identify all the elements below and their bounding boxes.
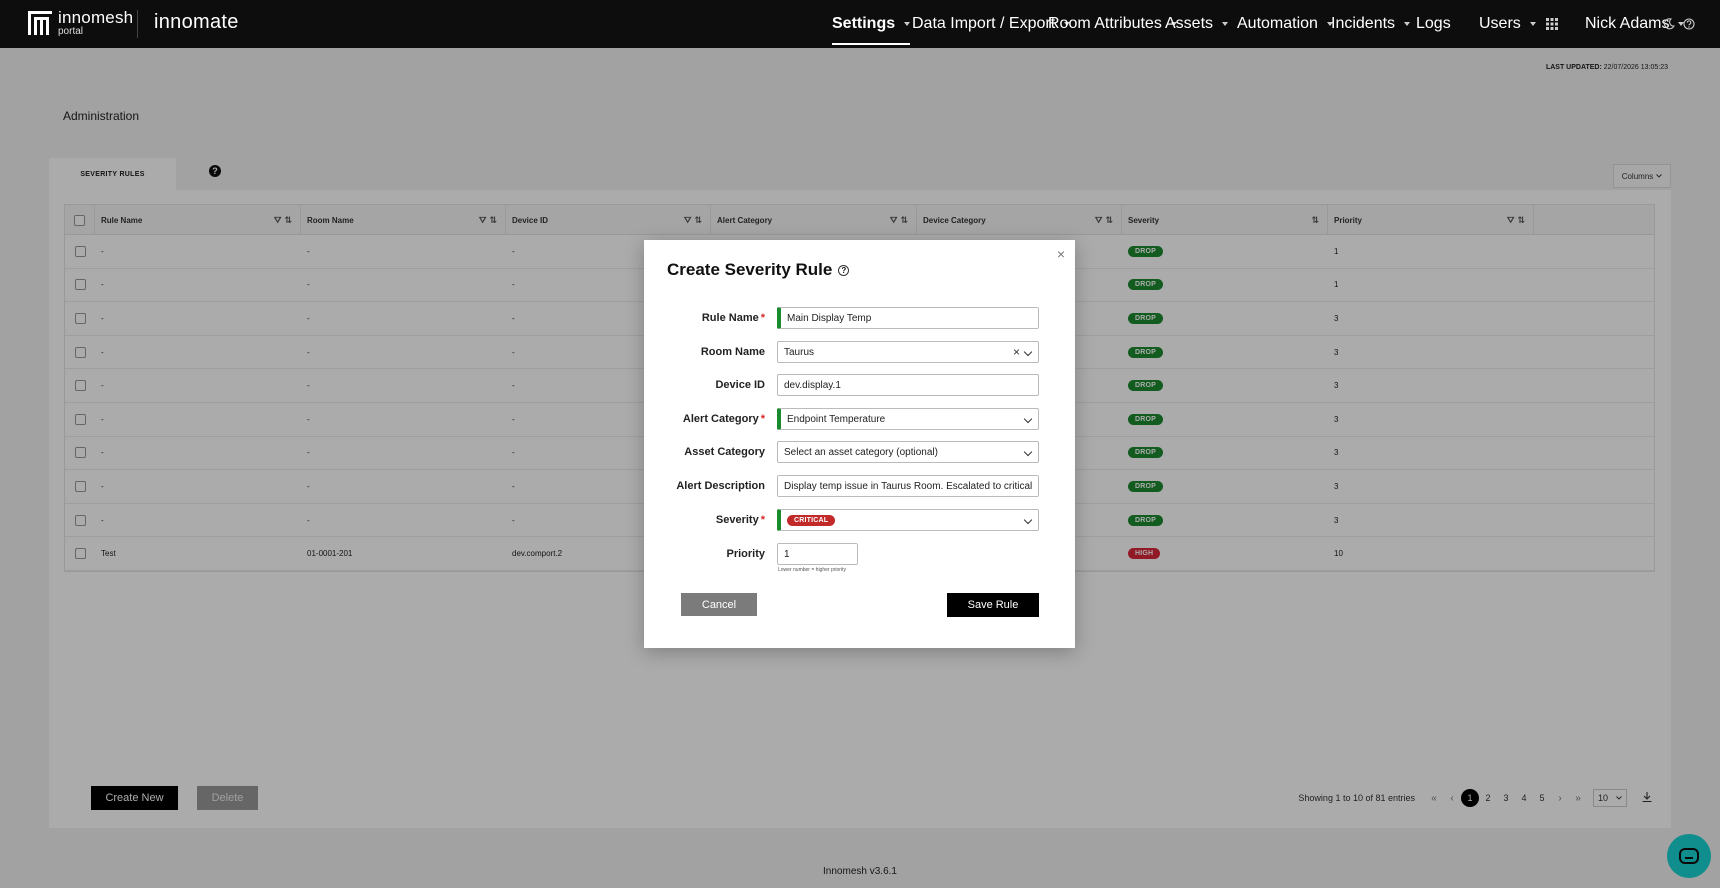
rule-name-row: Rule Name * Main Display Temp: [644, 306, 1075, 330]
device-id-label: Device ID: [715, 379, 765, 391]
chevron-down-icon: [904, 22, 911, 26]
logo-divider: [137, 10, 138, 38]
alert-description-input[interactable]: Display temp issue in Taurus Room. Escal…: [777, 475, 1039, 497]
alert-description-row: Alert Description Display temp issue in …: [644, 474, 1075, 498]
nav-logs[interactable]: Logs: [1416, 0, 1451, 48]
rule-name-label: Rule Name *: [701, 312, 765, 324]
chevron-down-icon: [1023, 447, 1033, 457]
alert-category-value: Endpoint Temperature: [787, 413, 886, 425]
priority-label: Priority: [726, 548, 765, 560]
nav-automation[interactable]: Automation: [1237, 0, 1333, 48]
product-name[interactable]: innomate: [154, 11, 239, 34]
nav-assets-label: Assets: [1165, 15, 1214, 32]
alert-description-label: Alert Description: [676, 480, 765, 492]
nav-data-import-export-label: Data Import / Export: [912, 15, 1056, 32]
device-id-row: Device ID dev.display.1: [644, 373, 1075, 397]
room-name-value: Taurus: [784, 346, 815, 358]
room-name-select[interactable]: Taurus ×: [777, 341, 1039, 363]
help-icon[interactable]: [1680, 15, 1698, 33]
asset-category-select[interactable]: Select an asset category (optional): [777, 441, 1039, 463]
nav-logs-label: Logs: [1416, 15, 1451, 32]
severity-label: Severity *: [715, 514, 765, 526]
asset-category-label: Asset Category: [684, 446, 765, 458]
nav-incidents-label: Incidents: [1331, 15, 1396, 32]
close-icon[interactable]: ×: [1057, 246, 1065, 262]
nav-users[interactable]: Users: [1479, 0, 1536, 48]
question-mark-icon[interactable]: ?: [838, 264, 850, 276]
dialog-title-text: Create Severity Rule: [667, 260, 833, 279]
apps-grid-icon[interactable]: [1543, 15, 1561, 33]
nav-automation-label: Automation: [1237, 15, 1318, 32]
user-name: Nick Adams: [1585, 15, 1670, 32]
rule-name-input[interactable]: Main Display Temp: [777, 307, 1039, 329]
priority-row: Priority 1: [644, 542, 1075, 566]
nav-room-attributes[interactable]: Room Attributes: [1048, 0, 1177, 48]
asset-category-placeholder: Select an asset category (optional): [784, 446, 938, 458]
priority-input[interactable]: 1: [777, 543, 858, 565]
innomesh-logo-icon: [28, 11, 52, 35]
save-rule-button[interactable]: Save Rule: [947, 593, 1039, 617]
chevron-down-icon: [1023, 515, 1033, 525]
chevron-down-icon: [1529, 22, 1536, 26]
room-name-label: Room Name: [700, 346, 765, 358]
dark-mode-moon-icon[interactable]: [1660, 15, 1678, 33]
chevron-down-icon: [1023, 347, 1033, 357]
top-navbar: innomesh portal innomate Settings Data I…: [0, 0, 1720, 48]
nav-incidents[interactable]: Incidents: [1331, 0, 1411, 48]
alert-category-row: Alert Category * Endpoint Temperature: [644, 407, 1075, 431]
room-name-row: Room Name Taurus ×: [644, 340, 1075, 364]
cancel-button[interactable]: Cancel: [681, 593, 757, 616]
dialog-title: Create Severity Rule ?: [667, 260, 850, 280]
nav-room-attributes-label: Room Attributes: [1048, 15, 1162, 32]
nav-settings-label: Settings: [832, 15, 896, 32]
clear-icon[interactable]: ×: [1013, 345, 1020, 359]
innomesh-logo[interactable]: innomesh portal: [28, 9, 133, 37]
asset-category-row: Asset Category Select an asset category …: [644, 440, 1075, 464]
alert-category-select[interactable]: Endpoint Temperature: [777, 408, 1039, 430]
device-id-input[interactable]: dev.display.1: [777, 374, 1039, 396]
nav-data-import-export[interactable]: Data Import / Export: [912, 0, 1071, 48]
nav-assets[interactable]: Assets: [1165, 0, 1229, 48]
chevron-down-icon: [1023, 414, 1033, 424]
nav-settings[interactable]: Settings: [832, 0, 911, 48]
chevron-down-icon: [1404, 22, 1411, 26]
severity-select[interactable]: CRITICAL: [777, 509, 1039, 531]
nav-users-label: Users: [1479, 15, 1521, 32]
priority-hint: Lower number = higher priority: [778, 567, 846, 573]
chevron-down-icon: [1222, 22, 1229, 26]
logo-subtitle: portal: [58, 26, 84, 37]
create-severity-rule-dialog: × Create Severity Rule ? Rule Name * Main…: [644, 240, 1075, 648]
severity-critical-badge: CRITICAL: [787, 514, 836, 526]
alert-category-label: Alert Category *: [682, 413, 765, 425]
severity-row: Severity * CRITICAL: [644, 508, 1075, 532]
logo-name: innomesh: [58, 8, 134, 27]
